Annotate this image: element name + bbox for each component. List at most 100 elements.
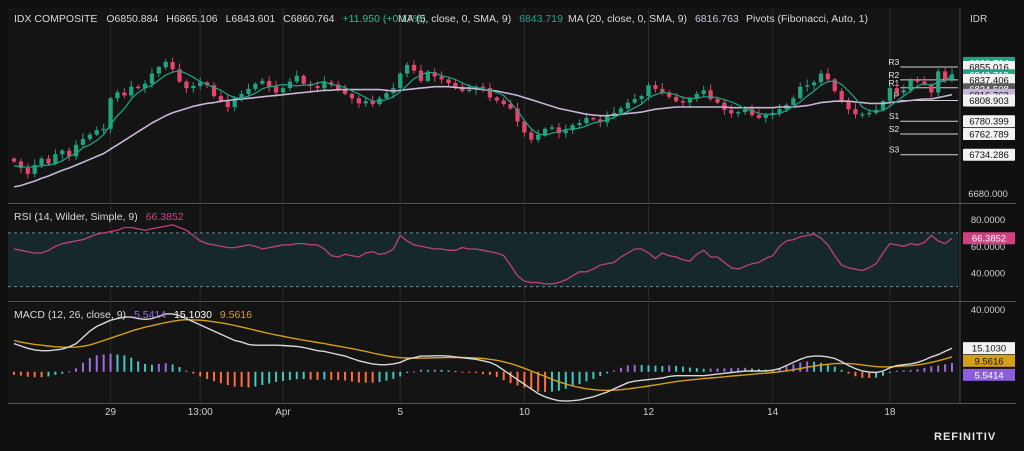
- macd-histogram-bar: [509, 371, 512, 383]
- candle-body: [94, 130, 99, 135]
- rsi-value: 66.3852: [146, 211, 184, 223]
- candle-body: [853, 109, 858, 115]
- macd-histogram-bar: [19, 371, 22, 376]
- candle-body: [273, 86, 279, 93]
- macd-histogram-bar: [47, 371, 50, 377]
- candle-body: [846, 101, 851, 110]
- candle-body: [542, 128, 548, 135]
- price-pane[interactable]: [8, 8, 960, 203]
- macd-histogram-bar: [647, 365, 650, 372]
- macd-histogram-bar: [661, 365, 664, 372]
- candle-body: [184, 81, 189, 89]
- macd-value-tag-label: 15.1030: [972, 344, 1006, 355]
- macd-histogram-bar: [192, 371, 195, 374]
- candle-body: [280, 88, 286, 93]
- candle-body: [467, 89, 472, 92]
- axis-currency-label: IDR: [970, 14, 987, 25]
- brand-logo-text: REFINITIV: [934, 431, 996, 443]
- macd-histogram-bar: [61, 371, 64, 374]
- candle-body: [687, 98, 693, 103]
- macd-histogram-bar: [88, 358, 91, 372]
- price-tag-label: 6808.903: [969, 96, 1009, 107]
- chart-canvas[interactable]: R3R2R1PS1S2S3 80.000060.000040.000066.38…: [0, 0, 1024, 446]
- macd-histogram-bar: [247, 371, 250, 388]
- candle-body: [404, 64, 410, 74]
- macd-histogram-bar: [461, 371, 464, 373]
- macd-histogram-bar: [206, 371, 209, 379]
- candle-body: [122, 92, 127, 96]
- candle-body: [798, 86, 803, 99]
- ma5-legend: MA (5, close, 0, SMA, 9) 6843.719: [398, 13, 563, 25]
- candle-body: [53, 154, 58, 164]
- macd-histogram-bar: [350, 371, 353, 382]
- macd-histogram-bar: [882, 371, 885, 376]
- macd-histogram-bar: [406, 371, 409, 373]
- candle-body: [529, 132, 534, 140]
- candle-body: [729, 109, 734, 114]
- candle-body: [349, 93, 355, 99]
- macd-histogram-bar: [730, 368, 733, 372]
- macd-histogram-bar: [909, 370, 912, 372]
- macd-histogram-bar: [240, 371, 243, 387]
- candle-body: [653, 85, 658, 89]
- macd-histogram-bar: [668, 365, 671, 372]
- candle-body: [246, 88, 251, 94]
- macd-histogram-bar: [419, 369, 422, 372]
- x-tick-label: 10: [519, 407, 531, 418]
- macd-histogram-bar: [930, 366, 933, 372]
- macd-histogram-bar: [888, 371, 891, 373]
- candle-body: [115, 92, 120, 99]
- price-axis-tick: 6680.000: [968, 189, 1008, 200]
- candle-body: [632, 99, 637, 103]
- candle-body: [129, 86, 134, 96]
- macd-histogram-bar: [454, 371, 457, 373]
- candle-body: [536, 134, 541, 140]
- candle-body: [11, 158, 17, 162]
- macd-histogram-bar: [861, 371, 864, 378]
- candle-body: [411, 64, 417, 71]
- pivot-label: S1: [889, 111, 900, 121]
- macd-histogram-bar: [295, 371, 298, 380]
- macd-histogram-bar: [102, 354, 105, 372]
- macd-histogram-bar: [626, 365, 629, 372]
- macd-histogram-bar: [95, 355, 98, 372]
- macd-histogram-bar: [109, 353, 112, 372]
- macd-histogram-bar: [288, 371, 291, 381]
- rsi-legend: RSI (14, Wilder, Simple, 9) 66.3852: [14, 211, 184, 223]
- macd-histogram-bar: [68, 371, 71, 373]
- candle-body: [763, 115, 768, 118]
- macd-histogram-bar: [826, 364, 829, 372]
- macd-histogram-bar: [847, 371, 850, 374]
- candle-body: [901, 90, 906, 93]
- macd-histogram-bar: [116, 354, 119, 372]
- rsi-value-tag-label: 66.3852: [972, 234, 1006, 245]
- macd-histogram-bar: [254, 371, 257, 387]
- macd-histogram-bar: [226, 371, 229, 386]
- macd-histogram-bar: [688, 367, 691, 372]
- instrument-name: IDX COMPOSITE: [14, 13, 97, 25]
- x-tick-label: 18: [884, 407, 896, 418]
- candle-body: [756, 115, 762, 118]
- macd-histogram-bar: [357, 371, 360, 383]
- candle-body: [618, 108, 624, 113]
- x-tick-label: Apr: [275, 407, 291, 418]
- macd-histogram-bar: [440, 369, 443, 372]
- macd-histogram-bar: [578, 371, 581, 385]
- macd-histogram-bar: [675, 365, 678, 372]
- macd-histogram-bar: [530, 371, 533, 390]
- candle-body: [894, 88, 899, 93]
- candle-body: [60, 150, 65, 155]
- macd-histogram-bar: [219, 371, 222, 384]
- x-tick-label: 13:00: [188, 407, 213, 418]
- macd-histogram-bar: [495, 371, 498, 377]
- candle-body: [301, 75, 306, 84]
- candle-body: [87, 134, 93, 139]
- macd-histogram-bar: [54, 371, 57, 375]
- macd-value-tag-label: 9.5616: [974, 356, 1003, 367]
- candle-body: [80, 138, 86, 145]
- macd-histogram-bar: [213, 371, 216, 382]
- candle-body: [356, 98, 361, 104]
- macd-signal-value: 9.5616: [220, 309, 252, 321]
- macd-histogram-bar: [854, 371, 857, 377]
- macd-histogram-bar: [275, 371, 278, 382]
